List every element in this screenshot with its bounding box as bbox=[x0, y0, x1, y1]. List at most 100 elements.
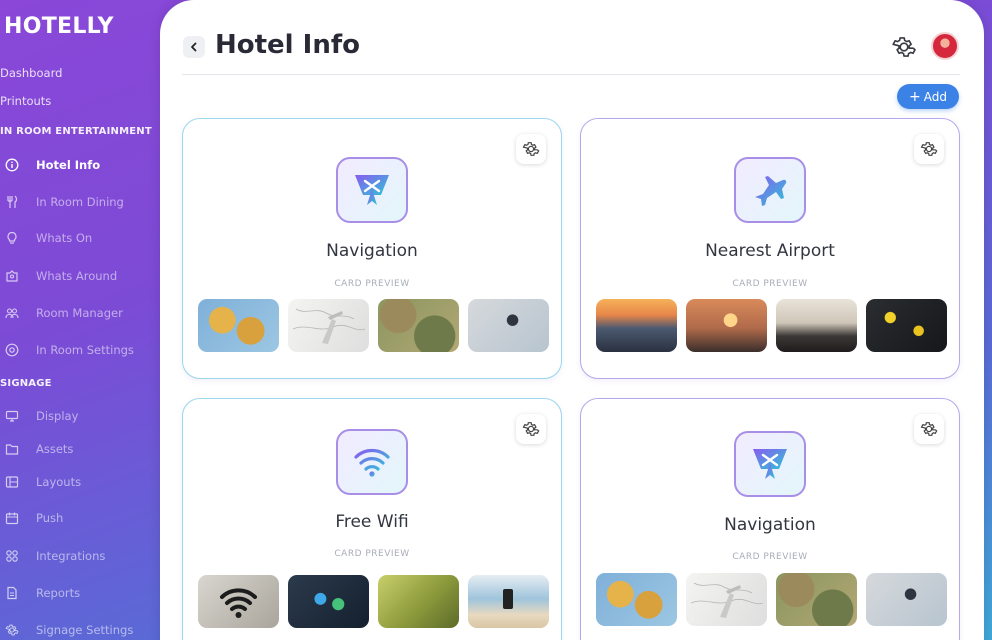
sidebar-item-label: In Room Settings bbox=[36, 343, 134, 357]
sidebar-item-room-manager[interactable]: Room Manager bbox=[0, 301, 160, 325]
info-card-free-wifi[interactable]: Free Wifi CARD PREVIEW bbox=[182, 398, 562, 640]
card-title: Free Wifi bbox=[335, 512, 409, 532]
sidebar-item-label: Display bbox=[36, 409, 79, 423]
card-thumbnails bbox=[198, 299, 549, 352]
page-title: Hotel Info bbox=[215, 30, 361, 60]
thumbnail-wifi-sign[interactable] bbox=[198, 575, 279, 628]
sidebar-item-label: Whats On bbox=[36, 231, 93, 245]
add-button[interactable]: + Add bbox=[897, 84, 959, 109]
card-title: Nearest Airport bbox=[705, 241, 835, 261]
lightbulb-icon bbox=[4, 230, 20, 246]
sidebar-item-label: Room Manager bbox=[36, 306, 123, 320]
gear-icon bbox=[4, 622, 20, 638]
folder-icon bbox=[4, 441, 20, 457]
card-settings-button[interactable] bbox=[914, 414, 944, 444]
thumbnail-free-wifi-sign[interactable] bbox=[378, 575, 459, 628]
thumbnail-phone-app-icons[interactable] bbox=[288, 575, 369, 628]
sidebar-item-whats-on[interactable]: Whats On bbox=[0, 226, 160, 250]
settings-circle-icon bbox=[4, 342, 20, 358]
layout-icon bbox=[4, 474, 20, 490]
sidebar-item-push[interactable]: Push bbox=[0, 506, 160, 530]
info-card-navigation[interactable]: Navigation CARD PREVIEW bbox=[182, 118, 562, 379]
card-preview-label: CARD PREVIEW bbox=[732, 552, 808, 562]
sidebar-item-label: Push bbox=[36, 511, 64, 525]
sidebar-item-label: Integrations bbox=[36, 549, 106, 563]
avatar[interactable] bbox=[931, 32, 959, 60]
thumbnail-terrain-map[interactable] bbox=[378, 299, 459, 352]
chevron-left-icon bbox=[191, 42, 197, 52]
sidebar-item-display[interactable]: Display bbox=[0, 404, 160, 428]
sidebar-link-dashboard[interactable]: Dashboard bbox=[0, 66, 62, 80]
monitor-icon bbox=[4, 408, 20, 424]
sidebar-item-in-room-settings[interactable]: In Room Settings bbox=[0, 338, 160, 362]
thumbnail-plane-on-sketch-map[interactable] bbox=[288, 299, 369, 352]
sidebar-item-label: Layouts bbox=[36, 475, 82, 489]
calendar-icon bbox=[4, 510, 20, 526]
sidebar-item-assets[interactable]: Assets bbox=[0, 437, 160, 461]
main-panel: Hotel Info + Add Navigation CARD PREVIEW bbox=[160, 0, 984, 640]
card-preview-label: CARD PREVIEW bbox=[334, 549, 410, 559]
sidebar: HOTELLY Dashboard Printouts IN ROOM ENTE… bbox=[0, 0, 160, 640]
plus-icon: + bbox=[909, 88, 921, 105]
thumbnail-compass-on-map[interactable] bbox=[866, 573, 947, 626]
sidebar-item-layouts[interactable]: Layouts bbox=[0, 470, 160, 494]
sidebar-item-in-room-dining[interactable]: In Room Dining bbox=[0, 190, 160, 214]
location-icon bbox=[4, 268, 20, 284]
gear-icon bbox=[920, 142, 938, 156]
brand-logo[interactable]: HOTELLY bbox=[4, 14, 114, 39]
cutlery-icon bbox=[4, 194, 20, 210]
card-thumbnails bbox=[198, 575, 549, 628]
sidebar-item-signage-settings[interactable]: Signage Settings bbox=[0, 618, 160, 640]
back-button[interactable] bbox=[183, 36, 205, 58]
thumbnail-terminal-window[interactable] bbox=[776, 299, 857, 352]
sidebar-item-whats-around[interactable]: Whats Around bbox=[0, 264, 160, 288]
users-icon bbox=[4, 305, 20, 321]
card-thumbnails bbox=[596, 299, 947, 352]
card-title: Navigation bbox=[724, 515, 816, 535]
section-title-signage: SIGNAGE bbox=[0, 378, 52, 389]
header-divider bbox=[182, 74, 960, 75]
sidebar-item-reports[interactable]: Reports bbox=[0, 581, 160, 605]
sidebar-item-label: Assets bbox=[36, 442, 74, 456]
card-settings-button[interactable] bbox=[516, 414, 546, 444]
sidebar-item-label: In Room Dining bbox=[36, 195, 124, 209]
thumbnail-terrain-map[interactable] bbox=[776, 573, 857, 626]
sidebar-item-hotel-info[interactable]: Hotel Info bbox=[0, 153, 160, 177]
card-settings-button[interactable] bbox=[516, 134, 546, 164]
wifi-icon bbox=[336, 429, 408, 495]
thumbnail-plane-at-dusk[interactable] bbox=[686, 299, 767, 352]
grid-icon bbox=[4, 548, 20, 564]
gear-icon bbox=[522, 422, 540, 436]
card-preview-label: CARD PREVIEW bbox=[334, 279, 410, 289]
sidebar-item-label: Whats Around bbox=[36, 269, 118, 283]
thumbnail-phone-at-beach[interactable] bbox=[468, 575, 549, 628]
airplane-icon bbox=[734, 157, 806, 223]
sidebar-link-printouts[interactable]: Printouts bbox=[0, 94, 51, 108]
sidebar-item-label: Signage Settings bbox=[36, 623, 134, 637]
sidebar-item-integrations[interactable]: Integrations bbox=[0, 544, 160, 568]
document-icon bbox=[4, 585, 20, 601]
card-thumbnails bbox=[596, 573, 947, 626]
navigation-icon bbox=[336, 157, 408, 223]
info-card-nearest-airport[interactable]: Nearest Airport CARD PREVIEW bbox=[580, 118, 960, 379]
info-icon bbox=[4, 157, 20, 173]
info-card-navigation-2[interactable]: Navigation CARD PREVIEW bbox=[580, 398, 960, 640]
add-button-label: Add bbox=[923, 89, 947, 104]
gear-icon bbox=[522, 142, 540, 156]
card-settings-button[interactable] bbox=[914, 134, 944, 164]
gear-icon bbox=[892, 37, 916, 57]
thumbnail-airport-runway-sunset[interactable] bbox=[596, 299, 677, 352]
thumbnail-compass-on-map[interactable] bbox=[468, 299, 549, 352]
gear-icon bbox=[920, 422, 938, 436]
thumbnail-plane-on-sketch-map[interactable] bbox=[686, 573, 767, 626]
section-title-in-room-entertainment: IN ROOM ENTERTAINMENT bbox=[0, 126, 152, 137]
settings-button[interactable] bbox=[891, 34, 917, 60]
thumbnail-map-with-pins[interactable] bbox=[198, 299, 279, 352]
navigation-icon bbox=[734, 431, 806, 497]
card-preview-label: CARD PREVIEW bbox=[732, 279, 808, 289]
thumbnail-departure-board[interactable] bbox=[866, 299, 947, 352]
thumbnail-map-with-pins[interactable] bbox=[596, 573, 677, 626]
card-title: Navigation bbox=[326, 241, 418, 261]
sidebar-item-label: Hotel Info bbox=[36, 158, 101, 172]
sidebar-item-label: Reports bbox=[36, 586, 81, 600]
